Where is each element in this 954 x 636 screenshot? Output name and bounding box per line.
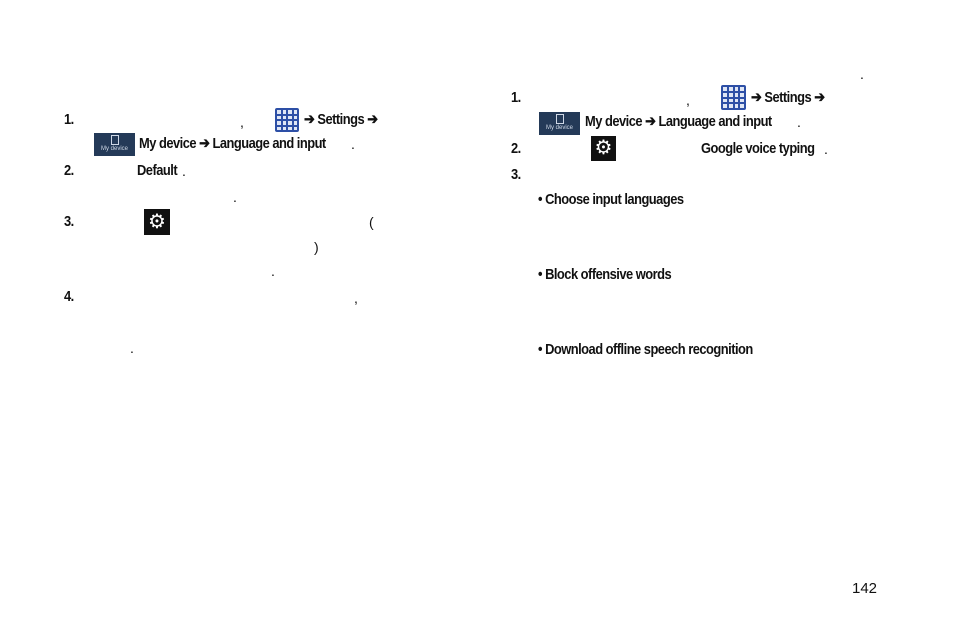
apps-grid-icon: [275, 108, 299, 132]
step-number: 1.: [511, 89, 521, 106]
punctuation: .: [233, 189, 237, 205]
menu-item-default: Default: [137, 162, 178, 179]
menu-item-google-voice-typing: Google voice typing: [701, 140, 815, 157]
bullet-download-offline-speech: • Download offline speech recognition: [538, 341, 753, 358]
punctuation: .: [860, 66, 864, 82]
manual-page: 1. , ➔ Settings ➔ My device My device ➔ …: [0, 0, 954, 636]
nav-path: ➔ Settings ➔: [751, 89, 825, 106]
punctuation: .: [271, 263, 275, 279]
my-device-icon-label: My device: [100, 146, 128, 152]
punctuation: .: [351, 136, 355, 152]
my-device-icon: My device: [539, 112, 580, 135]
bullet-block-offensive-words: • Block offensive words: [538, 266, 672, 283]
apps-grid-icon: [721, 85, 746, 110]
nav-path: ➔ Settings ➔: [304, 111, 378, 128]
bullet-choose-input-languages: • Choose input languages: [538, 191, 684, 208]
page-number: 142: [852, 580, 878, 597]
punctuation: .: [797, 114, 801, 130]
step-number: 2.: [511, 140, 521, 157]
punctuation: .: [824, 141, 828, 157]
settings-gear-icon: ⚙: [591, 136, 616, 161]
step-number: 1.: [64, 111, 74, 128]
punctuation: ,: [354, 290, 358, 306]
punctuation: ): [314, 239, 319, 255]
punctuation: (: [369, 214, 374, 230]
nav-path-2: My device ➔ Language and input: [139, 135, 326, 152]
step-number: 4.: [64, 288, 74, 305]
my-device-icon: My device: [94, 133, 135, 156]
settings-gear-icon: ⚙: [144, 209, 170, 235]
punctuation: ,: [240, 114, 244, 130]
punctuation: .: [182, 163, 186, 179]
punctuation: ,: [686, 92, 690, 108]
step-number: 3.: [64, 213, 74, 230]
step-number: 2.: [64, 162, 74, 179]
step-number: 3.: [511, 166, 521, 183]
punctuation: .: [130, 340, 134, 356]
my-device-icon-label: My device: [545, 125, 573, 131]
nav-path-2: My device ➔ Language and input: [585, 113, 772, 130]
